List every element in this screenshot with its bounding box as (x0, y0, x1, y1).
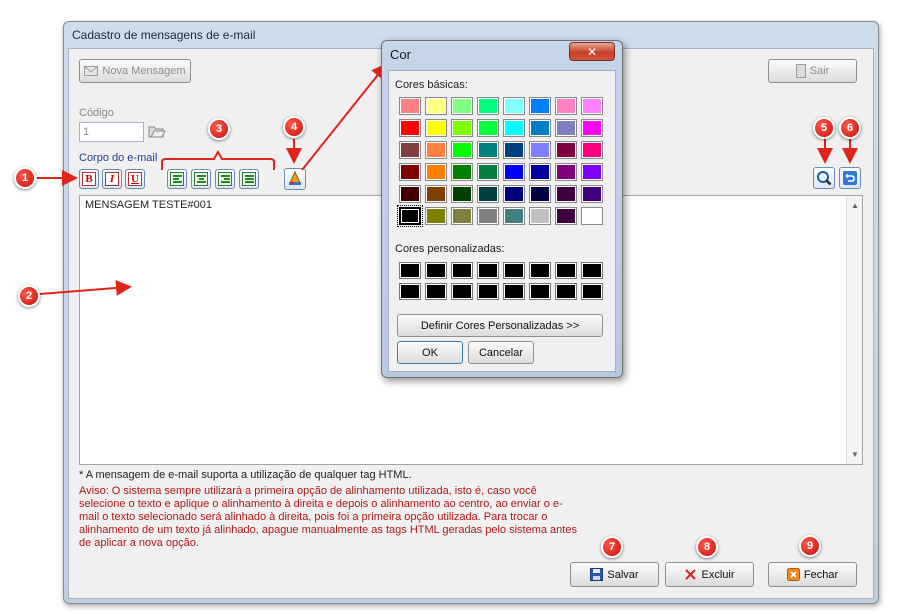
basic-color-swatch[interactable] (529, 97, 551, 115)
basic-color-swatch[interactable] (503, 119, 525, 137)
basic-color-swatch[interactable] (503, 185, 525, 203)
custom-color-swatch[interactable] (529, 283, 551, 300)
basic-color-swatch[interactable] (451, 141, 473, 159)
basic-color-swatch[interactable] (555, 207, 577, 225)
ok-button[interactable]: OK (397, 341, 463, 364)
basic-color-swatch[interactable] (529, 163, 551, 181)
basic-color-swatch[interactable] (555, 185, 577, 203)
basic-color-swatch[interactable] (451, 119, 473, 137)
basic-color-swatch[interactable] (399, 141, 421, 159)
marker-8: 8 (696, 536, 718, 558)
basic-color-swatch[interactable] (451, 97, 473, 115)
marker-3: 3 (208, 118, 230, 140)
cancel-label: Cancelar (478, 346, 524, 359)
custom-color-swatch[interactable] (503, 283, 525, 300)
basic-color-swatch[interactable] (425, 185, 447, 203)
basic-color-swatch[interactable] (503, 207, 525, 225)
custom-color-swatch[interactable] (555, 283, 577, 300)
basic-color-swatch[interactable] (581, 119, 603, 137)
basic-color-swatch[interactable] (581, 185, 603, 203)
marker-6: 6 (839, 117, 861, 139)
basic-color-swatch[interactable] (425, 119, 447, 137)
marker-2: 2 (18, 285, 40, 307)
basic-color-swatch[interactable] (581, 141, 603, 159)
basic-color-swatch[interactable] (477, 119, 499, 137)
basic-color-swatch[interactable] (503, 163, 525, 181)
basic-color-swatch[interactable] (451, 185, 473, 203)
basic-color-swatch[interactable] (581, 207, 603, 225)
basic-color-swatch[interactable] (581, 97, 603, 115)
basic-color-swatch[interactable] (399, 119, 421, 137)
custom-color-swatch[interactable] (503, 262, 525, 279)
basic-color-swatch[interactable] (555, 141, 577, 159)
custom-color-swatch[interactable] (425, 262, 447, 279)
custom-color-swatch[interactable] (477, 283, 499, 300)
marker-1: 1 (14, 167, 36, 189)
custom-color-swatch[interactable] (451, 283, 473, 300)
define-custom-colors-label: Definir Cores Personalizadas >> (420, 319, 580, 332)
basic-colors-label: Cores básicas: (395, 79, 468, 91)
custom-color-swatch[interactable] (477, 262, 499, 279)
marker-4: 4 (283, 116, 305, 138)
basic-color-swatch[interactable] (399, 97, 421, 115)
custom-color-swatch[interactable] (529, 262, 551, 279)
basic-color-swatch[interactable] (529, 141, 551, 159)
basic-colors-grid (397, 97, 603, 227)
basic-color-swatch[interactable] (581, 163, 603, 181)
basic-color-swatch[interactable] (425, 141, 447, 159)
custom-colors-label: Cores personalizadas: (395, 243, 505, 255)
basic-color-swatch[interactable] (451, 207, 473, 225)
basic-color-swatch[interactable] (477, 97, 499, 115)
custom-color-swatch[interactable] (451, 262, 473, 279)
basic-color-swatch[interactable] (451, 163, 473, 181)
custom-color-swatch[interactable] (581, 283, 603, 300)
basic-color-swatch[interactable] (477, 141, 499, 159)
color-dialog-body: Cores básicas: Cores personalizadas: Def… (388, 70, 616, 372)
marker-7: 7 (601, 536, 623, 558)
basic-color-swatch[interactable] (477, 207, 499, 225)
basic-color-swatch[interactable] (425, 163, 447, 181)
custom-color-swatch[interactable] (581, 262, 603, 279)
marker-9: 9 (799, 535, 821, 557)
custom-color-swatch[interactable] (399, 283, 421, 300)
close-icon: ✕ (586, 44, 598, 59)
basic-color-swatch[interactable] (425, 97, 447, 115)
define-custom-colors-button[interactable]: Definir Cores Personalizadas >> (397, 314, 603, 337)
cancel-button[interactable]: Cancelar (468, 341, 534, 364)
marker-5: 5 (813, 117, 835, 139)
basic-color-swatch[interactable] (555, 119, 577, 137)
custom-colors-grid (399, 262, 603, 300)
color-dialog: Cor ✕ Cores básicas: Cores personalizada… (381, 40, 623, 378)
basic-color-swatch[interactable] (399, 163, 421, 181)
basic-color-swatch[interactable] (529, 207, 551, 225)
basic-color-swatch[interactable] (503, 141, 525, 159)
basic-color-swatch[interactable] (529, 119, 551, 137)
dialog-close-button[interactable]: ✕ (569, 42, 615, 61)
basic-color-swatch[interactable] (477, 163, 499, 181)
basic-color-swatch[interactable] (399, 185, 421, 203)
basic-color-swatch[interactable] (503, 97, 525, 115)
basic-color-swatch[interactable] (529, 185, 551, 203)
basic-color-swatch[interactable] (425, 207, 447, 225)
basic-color-swatch[interactable] (555, 163, 577, 181)
ok-label: OK (422, 346, 438, 359)
basic-color-swatch[interactable] (477, 185, 499, 203)
basic-color-swatch[interactable] (555, 97, 577, 115)
custom-color-swatch[interactable] (399, 262, 421, 279)
basic-color-swatch[interactable] (397, 205, 423, 227)
custom-color-swatch[interactable] (425, 283, 447, 300)
custom-color-swatch[interactable] (555, 262, 577, 279)
color-dialog-title: Cor (390, 47, 411, 62)
